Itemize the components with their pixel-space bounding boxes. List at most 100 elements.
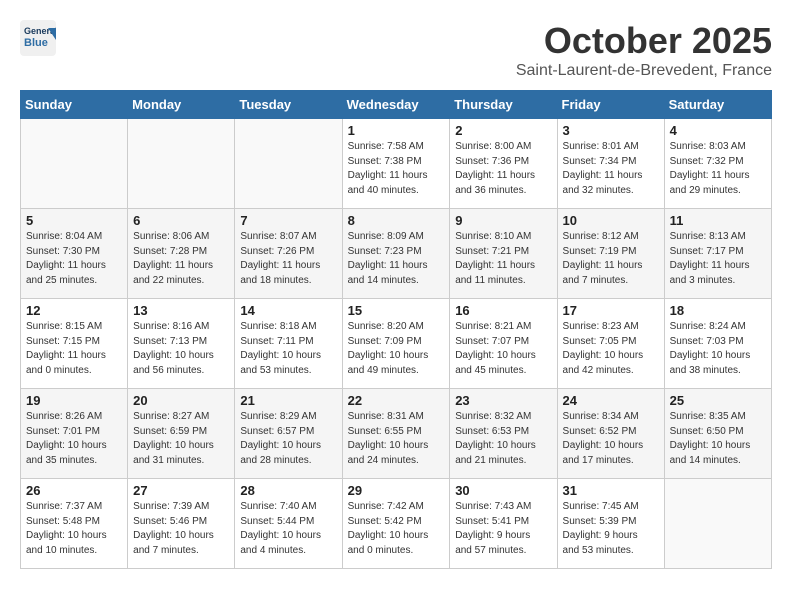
day-info: Sunrise: 7:37 AM Sunset: 5:48 PM Dayligh… (26, 500, 122, 558)
day-number: 25 (670, 393, 766, 408)
calendar-cell: 24 Sunrise: 8:34 AM Sunset: 6:52 PM Dayli… (557, 389, 664, 479)
calendar-cell: 3 Sunrise: 8:01 AM Sunset: 7:34 PM Daylig… (557, 119, 664, 209)
day-number: 11 (670, 213, 766, 228)
calendar-cell (21, 119, 128, 209)
day-number: 20 (133, 393, 229, 408)
calendar-cell: 29 Sunrise: 7:42 AM Sunset: 5:42 PM Dayli… (342, 479, 450, 569)
calendar-cell: 12 Sunrise: 8:15 AM Sunset: 7:15 PM Dayli… (21, 299, 128, 389)
day-number: 26 (26, 483, 122, 498)
day-info: Sunrise: 8:18 AM Sunset: 7:11 PM Dayligh… (240, 320, 336, 378)
calendar-cell: 2Sunrise: 8:00 AM Sunset: 7:36 PM Daylig… (450, 119, 557, 209)
day-number: 22 (348, 393, 445, 408)
day-info: Sunrise: 8:13 AM Sunset: 7:17 PM Dayligh… (670, 230, 766, 288)
calendar-cell: 1 Sunrise: 7:58 AM Sunset: 7:38 PM Daylig… (342, 119, 450, 209)
calendar-cell: 20 Sunrise: 8:27 AM Sunset: 6:59 PM Dayli… (128, 389, 235, 479)
day-info: Sunrise: 8:12 AM Sunset: 7:19 PM Dayligh… (563, 230, 659, 288)
calendar-week-row: 5 Sunrise: 8:04 AM Sunset: 7:30 PM Daylig… (21, 209, 772, 299)
weekday-header-row: SundayMondayTuesdayWednesdayThursdayFrid… (21, 91, 772, 119)
calendar-cell: 11 Sunrise: 8:13 AM Sunset: 7:17 PM Dayli… (664, 209, 771, 299)
day-info: Sunrise: 8:10 AM Sunset: 7:21 PM Dayligh… (455, 230, 551, 288)
calendar-cell: 21 Sunrise: 8:29 AM Sunset: 6:57 PM Dayli… (235, 389, 342, 479)
day-info: Sunrise: 8:00 AM Sunset: 7:36 PM Dayligh… (455, 140, 551, 198)
day-info: Sunrise: 8:35 AM Sunset: 6:50 PM Dayligh… (670, 410, 766, 468)
calendar-cell: 23 Sunrise: 8:32 AM Sunset: 6:53 PM Dayli… (450, 389, 557, 479)
day-info: Sunrise: 8:23 AM Sunset: 7:05 PM Dayligh… (563, 320, 659, 378)
day-info: Sunrise: 8:34 AM Sunset: 6:52 PM Dayligh… (563, 410, 659, 468)
day-number: 19 (26, 393, 122, 408)
month-title: October 2025 (516, 20, 772, 62)
calendar-week-row: 26 Sunrise: 7:37 AM Sunset: 5:48 PM Dayli… (21, 479, 772, 569)
calendar-week-row: 12 Sunrise: 8:15 AM Sunset: 7:15 PM Dayli… (21, 299, 772, 389)
day-number: 4 (670, 123, 766, 138)
calendar-cell: 25 Sunrise: 8:35 AM Sunset: 6:50 PM Dayli… (664, 389, 771, 479)
day-number: 8 (348, 213, 445, 228)
day-number: 28 (240, 483, 336, 498)
day-info: Sunrise: 7:40 AM Sunset: 5:44 PM Dayligh… (240, 500, 336, 558)
weekday-header-monday: Monday (128, 91, 235, 119)
calendar-cell: 17 Sunrise: 8:23 AM Sunset: 7:05 PM Dayli… (557, 299, 664, 389)
calendar-week-row: 19 Sunrise: 8:26 AM Sunset: 7:01 PM Dayli… (21, 389, 772, 479)
day-number: 15 (348, 303, 445, 318)
day-number: 1 (348, 123, 445, 138)
day-info: Sunrise: 8:31 AM Sunset: 6:55 PM Dayligh… (348, 410, 445, 468)
day-number: 10 (563, 213, 659, 228)
day-number: 21 (240, 393, 336, 408)
day-number: 6 (133, 213, 229, 228)
day-info: Sunrise: 8:27 AM Sunset: 6:59 PM Dayligh… (133, 410, 229, 468)
day-info: Sunrise: 7:58 AM Sunset: 7:38 PM Dayligh… (348, 140, 445, 198)
day-number: 14 (240, 303, 336, 318)
logo: General Blue (20, 20, 62, 61)
svg-text:Blue: Blue (24, 37, 48, 49)
day-info: Sunrise: 8:15 AM Sunset: 7:15 PM Dayligh… (26, 320, 122, 378)
day-number: 27 (133, 483, 229, 498)
weekday-header-tuesday: Tuesday (235, 91, 342, 119)
calendar-cell: 6 Sunrise: 8:06 AM Sunset: 7:28 PM Daylig… (128, 209, 235, 299)
day-info: Sunrise: 7:39 AM Sunset: 5:46 PM Dayligh… (133, 500, 229, 558)
weekday-header-wednesday: Wednesday (342, 91, 450, 119)
day-number: 23 (455, 393, 551, 408)
day-info: Sunrise: 8:20 AM Sunset: 7:09 PM Dayligh… (348, 320, 445, 378)
calendar-cell: 10 Sunrise: 8:12 AM Sunset: 7:19 PM Dayli… (557, 209, 664, 299)
calendar-cell (235, 119, 342, 209)
day-number: 18 (670, 303, 766, 318)
day-number: 17 (563, 303, 659, 318)
weekday-header-thursday: Thursday (450, 91, 557, 119)
day-info: Sunrise: 8:29 AM Sunset: 6:57 PM Dayligh… (240, 410, 336, 468)
calendar-cell (664, 479, 771, 569)
day-info: Sunrise: 7:43 AM Sunset: 5:41 PM Dayligh… (455, 500, 551, 558)
calendar-cell: 26 Sunrise: 7:37 AM Sunset: 5:48 PM Dayli… (21, 479, 128, 569)
day-info: Sunrise: 8:16 AM Sunset: 7:13 PM Dayligh… (133, 320, 229, 378)
day-info: Sunrise: 8:07 AM Sunset: 7:26 PM Dayligh… (240, 230, 336, 288)
calendar-cell: 22 Sunrise: 8:31 AM Sunset: 6:55 PM Dayli… (342, 389, 450, 479)
day-number: 31 (563, 483, 659, 498)
day-info: Sunrise: 8:01 AM Sunset: 7:34 PM Dayligh… (563, 140, 659, 198)
day-number: 30 (455, 483, 551, 498)
weekday-header-saturday: Saturday (664, 91, 771, 119)
day-number: 29 (348, 483, 445, 498)
day-info: Sunrise: 8:26 AM Sunset: 7:01 PM Dayligh… (26, 410, 122, 468)
day-number: 12 (26, 303, 122, 318)
day-number: 5 (26, 213, 122, 228)
day-number: 24 (563, 393, 659, 408)
calendar-cell: 16 Sunrise: 8:21 AM Sunset: 7:07 PM Dayli… (450, 299, 557, 389)
calendar-cell: 30 Sunrise: 7:43 AM Sunset: 5:41 PM Dayli… (450, 479, 557, 569)
day-info: Sunrise: 8:32 AM Sunset: 6:53 PM Dayligh… (455, 410, 551, 468)
calendar-cell: 31Sunrise: 7:45 AM Sunset: 5:39 PM Dayli… (557, 479, 664, 569)
calendar-table: SundayMondayTuesdayWednesdayThursdayFrid… (20, 90, 772, 569)
day-number: 9 (455, 213, 551, 228)
day-info: Sunrise: 8:21 AM Sunset: 7:07 PM Dayligh… (455, 320, 551, 378)
day-number: 7 (240, 213, 336, 228)
page-header: General Blue October 2025 Saint-Laurent-… (20, 20, 772, 80)
calendar-cell: 14 Sunrise: 8:18 AM Sunset: 7:11 PM Dayli… (235, 299, 342, 389)
weekday-header-friday: Friday (557, 91, 664, 119)
day-info: Sunrise: 8:06 AM Sunset: 7:28 PM Dayligh… (133, 230, 229, 288)
day-info: Sunrise: 7:42 AM Sunset: 5:42 PM Dayligh… (348, 500, 445, 558)
day-number: 3 (563, 123, 659, 138)
day-info: Sunrise: 8:04 AM Sunset: 7:30 PM Dayligh… (26, 230, 122, 288)
day-number: 16 (455, 303, 551, 318)
calendar-cell (128, 119, 235, 209)
title-section: October 2025 Saint-Laurent-de-Brevedent,… (516, 20, 772, 80)
day-number: 13 (133, 303, 229, 318)
weekday-header-sunday: Sunday (21, 91, 128, 119)
location: Saint-Laurent-de-Brevedent, France (516, 62, 772, 80)
